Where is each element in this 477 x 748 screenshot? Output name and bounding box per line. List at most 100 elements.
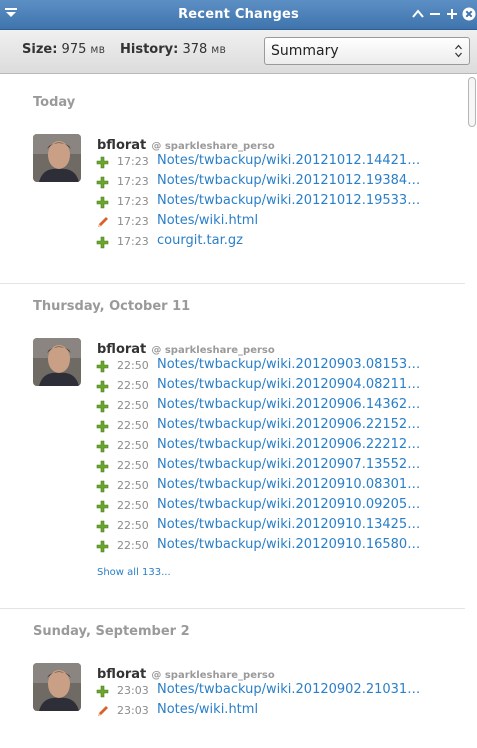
change-time: 22:50 (117, 519, 149, 532)
added-icon (96, 480, 109, 493)
change-row: 22:50 Notes/twbackup/wiki.20120906.22152… (96, 417, 456, 437)
change-time: 22:50 (117, 379, 149, 392)
history-unit: MB (211, 46, 227, 56)
change-row: 22:50 Notes/twbackup/wiki.20120910.09205… (96, 497, 456, 517)
change-path-link[interactable]: Notes/wiki.html (157, 213, 258, 228)
change-path-link[interactable]: Notes/twbackup/wiki.20120910.083016... (157, 477, 427, 492)
change-time: 17:23 (117, 155, 149, 168)
pencil-icon (98, 706, 108, 716)
added-icon (96, 156, 109, 169)
change-row: 22:50 Notes/twbackup/wiki.20120906.22212… (96, 437, 456, 457)
day-heading: Today (33, 95, 76, 110)
change-row: 17:23 Notes/twbackup/wiki.20121012.19384… (96, 173, 456, 193)
added-icon (96, 685, 109, 698)
change-row: 17:23 Notes/twbackup/wiki.20121012.14421… (96, 153, 456, 173)
change-path-link[interactable]: Notes/twbackup/wiki.20120910.134255... (157, 517, 427, 532)
separator (0, 283, 465, 284)
change-time: 22:50 (117, 359, 149, 372)
change-row: 22:50 Notes/twbackup/wiki.20120903.08153… (96, 357, 456, 377)
change-path-link[interactable]: Notes/twbackup/wiki.20120907.135520... (157, 457, 427, 472)
view-select[interactable]: Summary (264, 37, 470, 65)
change-path-link[interactable]: Notes/twbackup/wiki.20120910.165807... (157, 537, 427, 552)
added-icon (96, 500, 109, 513)
change-time: 17:23 (117, 175, 149, 188)
avatar (33, 663, 81, 711)
change-path-link[interactable]: Notes/twbackup/wiki.20121012.195331... (157, 193, 427, 208)
author-repo: @ sparkleshare_perso (151, 141, 275, 152)
added-icon (96, 400, 109, 413)
author-repo: @ sparkleshare_perso (151, 670, 275, 681)
added-icon (96, 540, 109, 553)
day-heading: Thursday, October 11 (33, 299, 191, 314)
change-time: 22:50 (117, 419, 149, 432)
change-time: 22:50 (117, 439, 149, 452)
select-arrows-icon (455, 44, 462, 58)
author-line: bflorat @ sparkleshare_perso (97, 134, 275, 153)
info-bar: Size: 975 MB History: 378 MB Summary (0, 30, 477, 74)
vertical-scrollbar[interactable] (465, 75, 477, 748)
author-name: bflorat (97, 667, 147, 682)
change-time: 17:23 (117, 235, 149, 248)
size-info: Size: 975 MB (22, 42, 105, 57)
change-row: 17:23 courgit.tar.gz (96, 233, 456, 253)
change-path-link[interactable]: Notes/twbackup/wiki.20120910.092050... (157, 497, 427, 512)
added-icon (96, 520, 109, 533)
change-time: 23:03 (117, 704, 149, 717)
size-value: 975 (61, 42, 87, 57)
avatar (33, 338, 81, 386)
close-icon[interactable] (462, 7, 476, 21)
added-icon (96, 380, 109, 393)
change-path-link[interactable]: Notes/twbackup/wiki.20121012.193840... (157, 173, 427, 188)
avatar (33, 134, 81, 182)
maximize-icon[interactable] (445, 7, 459, 21)
history-label: History: (120, 42, 179, 57)
change-path-link[interactable]: Notes/twbackup/wiki.20120903.081538... (157, 357, 427, 372)
added-icon (96, 440, 109, 453)
change-time: 22:50 (117, 479, 149, 492)
change-row: 17:23 Notes/wiki.html (96, 213, 456, 233)
change-path-link[interactable]: Notes/twbackup/wiki.20120906.222125... (157, 437, 427, 452)
pencil-icon (98, 217, 108, 227)
title-bar: Recent Changes (0, 0, 477, 30)
change-row: 22:50 Notes/twbackup/wiki.20120904.08211… (96, 377, 456, 397)
change-row: 17:23 Notes/twbackup/wiki.20121012.19533… (96, 193, 456, 213)
change-path-link[interactable]: Notes/twbackup/wiki.20120906.143622... (157, 397, 427, 412)
added-icon (96, 420, 109, 433)
author-line: bflorat @ sparkleshare_perso (97, 663, 275, 682)
change-path-link[interactable]: Notes/twbackup/wiki.20120904.082118... (157, 377, 427, 392)
size-unit: MB (90, 46, 106, 56)
change-time: 17:23 (117, 195, 149, 208)
minimize-icon[interactable] (428, 7, 442, 21)
change-path-link[interactable]: Notes/twbackup/wiki.20120906.221525... (157, 417, 427, 432)
change-time: 23:03 (117, 684, 149, 697)
added-icon (96, 236, 109, 249)
change-path-link[interactable]: Notes/wiki.html (157, 702, 258, 717)
change-path-link[interactable]: Notes/twbackup/wiki.20121012.144216... (157, 153, 427, 168)
change-row: 23:03 Notes/twbackup/wiki.20120902.21031… (96, 682, 456, 702)
added-icon (96, 196, 109, 209)
scrollbar-thumb[interactable] (468, 77, 476, 127)
change-row: 22:50 Notes/twbackup/wiki.20120910.16580… (96, 537, 456, 557)
history-value: 378 (182, 42, 208, 57)
size-label: Size: (22, 42, 58, 57)
change-row: 22:50 Notes/twbackup/wiki.20120907.13552… (96, 457, 456, 477)
change-row: 22:50 Notes/twbackup/wiki.20120906.14362… (96, 397, 456, 417)
author-name: bflorat (97, 138, 147, 153)
added-icon (96, 460, 109, 473)
shade-icon[interactable] (411, 7, 425, 21)
change-row: 22:50 Notes/twbackup/wiki.20120910.08301… (96, 477, 456, 497)
change-path-link[interactable]: courgit.tar.gz (157, 233, 243, 248)
history-info: History: 378 MB (120, 42, 226, 57)
change-time: 17:23 (117, 215, 149, 228)
show-all-link[interactable]: Show all 133... (97, 567, 171, 578)
change-row: 22:50 Notes/twbackup/wiki.20120910.13425… (96, 517, 456, 537)
day-heading: Sunday, September 2 (33, 624, 190, 639)
change-path-link[interactable]: Notes/twbackup/wiki.20120902.210314... (157, 682, 427, 697)
author-repo: @ sparkleshare_perso (151, 345, 275, 356)
change-time: 22:50 (117, 399, 149, 412)
view-select-value: Summary (271, 43, 339, 59)
changes-list[interactable]: Today bflorat @ sparkleshare_perso 17:23… (0, 75, 465, 748)
added-icon (96, 176, 109, 189)
author-name: bflorat (97, 342, 147, 357)
added-icon (96, 360, 109, 373)
